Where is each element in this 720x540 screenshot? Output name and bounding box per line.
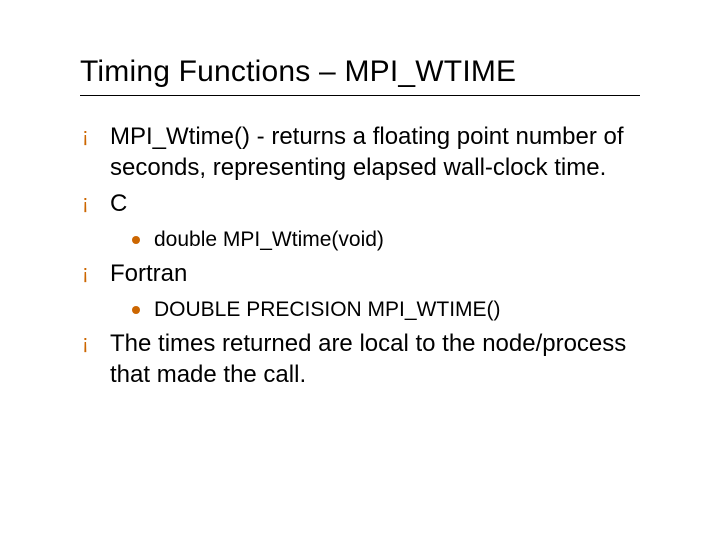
bullet-text: The times returned are local to the node…	[110, 330, 626, 388]
slide-title: Timing Functions – MPI_WTIME	[80, 55, 640, 89]
bullet-item: C double MPI_Wtime(void)	[82, 189, 640, 253]
slide: Timing Functions – MPI_WTIME MPI_Wtime()…	[0, 0, 720, 540]
sub-bullet-list: DOUBLE PRECISION MPI_WTIME()	[110, 296, 640, 323]
bullet-item: MPI_Wtime() - returns a floating point n…	[82, 122, 640, 183]
bullet-text: Fortran	[110, 260, 187, 287]
sub-bullet-item: DOUBLE PRECISION MPI_WTIME()	[132, 296, 640, 323]
bullet-item: Fortran DOUBLE PRECISION MPI_WTIME()	[82, 259, 640, 323]
sub-bullet-item: double MPI_Wtime(void)	[132, 226, 640, 253]
bullet-item: The times returned are local to the node…	[82, 329, 640, 390]
bullet-list: MPI_Wtime() - returns a floating point n…	[80, 122, 640, 391]
sub-bullet-text: DOUBLE PRECISION MPI_WTIME()	[154, 298, 501, 321]
sub-bullet-list: double MPI_Wtime(void)	[110, 226, 640, 253]
bullet-text: C	[110, 190, 127, 217]
sub-bullet-text: double MPI_Wtime(void)	[154, 228, 384, 251]
bullet-text: MPI_Wtime() - returns a floating point n…	[110, 123, 624, 181]
title-underline	[80, 95, 640, 96]
